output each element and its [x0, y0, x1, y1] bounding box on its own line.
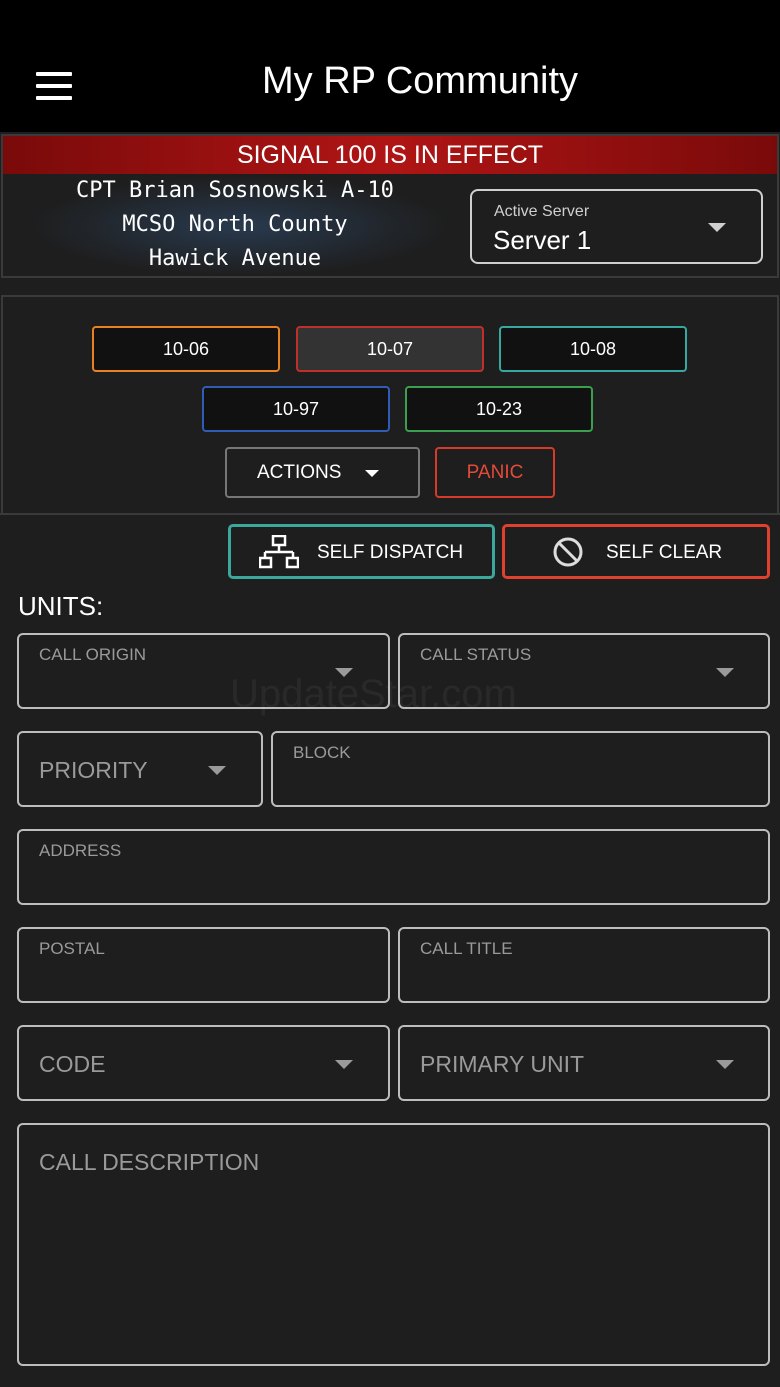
postal-input[interactable]: POSTAL	[17, 927, 390, 1003]
watermark: UpdateStar.com	[230, 672, 517, 716]
priority-placeholder: PRIORITY	[39, 757, 148, 783]
status-button-10-06[interactable]: 10-06	[92, 326, 280, 372]
chevron-down-icon	[365, 470, 379, 477]
unit-location: Hawick Avenue	[148, 246, 322, 271]
panic-button[interactable]: PANIC	[435, 447, 555, 498]
divider	[0, 513, 780, 515]
code-select[interactable]: CODE	[17, 1025, 390, 1101]
priority-select[interactable]: PRIORITY	[17, 731, 263, 807]
status-button-10-07[interactable]: 10-07	[296, 326, 484, 372]
code-placeholder: CODE	[39, 1051, 106, 1077]
units-label: UNITS:	[18, 591, 104, 621]
server-select-value: Server 1	[493, 225, 592, 255]
primary-unit-select[interactable]: PRIMARY UNIT	[398, 1025, 770, 1101]
postal-label: POSTAL	[39, 939, 105, 958]
self-dispatch-label: SELF DISPATCH	[317, 542, 464, 563]
primary-unit-placeholder: PRIMARY UNIT	[420, 1051, 585, 1077]
status-button-10-08[interactable]: 10-08	[499, 326, 687, 372]
chevron-down-icon	[716, 668, 734, 677]
block-label: BLOCK	[293, 743, 351, 762]
block-input[interactable]: BLOCK	[271, 731, 770, 807]
actions-dropdown-button[interactable]: ACTIONS	[225, 447, 420, 498]
unit-callsign: CPT Brian Sosnowski A-10	[76, 178, 394, 203]
signal-banner: SIGNAL 100 IS IN EFFECT	[3, 136, 777, 174]
address-input[interactable]: ADDRESS	[17, 829, 770, 905]
call-status-label: CALL STATUS	[420, 645, 532, 664]
server-select-label: Active Server	[494, 203, 590, 220]
app-title: My RP Community	[261, 60, 579, 102]
self-dispatch-button[interactable]: SELF DISPATCH	[228, 524, 495, 579]
address-label: ADDRESS	[39, 841, 122, 860]
block-icon	[553, 537, 583, 567]
self-clear-button[interactable]: SELF CLEAR	[502, 524, 770, 579]
call-description-textarea[interactable]: CALL DESCRIPTION	[17, 1123, 770, 1366]
chevron-down-icon	[208, 766, 226, 775]
unit-department: MCSO North County	[122, 212, 348, 237]
chevron-down-icon	[716, 1060, 734, 1069]
chevron-down-icon	[335, 1060, 353, 1069]
network-icon	[259, 535, 299, 569]
active-server-select[interactable]: Active Server Server 1	[470, 189, 763, 264]
chevron-down-icon	[708, 223, 726, 232]
call-origin-label: CALL ORIGIN	[39, 645, 147, 664]
call-description-placeholder: CALL DESCRIPTION	[39, 1149, 260, 1175]
self-clear-label: SELF CLEAR	[606, 542, 723, 563]
call-title-input[interactable]: CALL TITLE	[398, 927, 770, 1003]
status-button-10-97[interactable]: 10-97	[202, 386, 390, 432]
call-title-label: CALL TITLE	[420, 939, 513, 958]
actions-label: ACTIONS	[257, 462, 342, 483]
status-button-10-23[interactable]: 10-23	[405, 386, 593, 432]
